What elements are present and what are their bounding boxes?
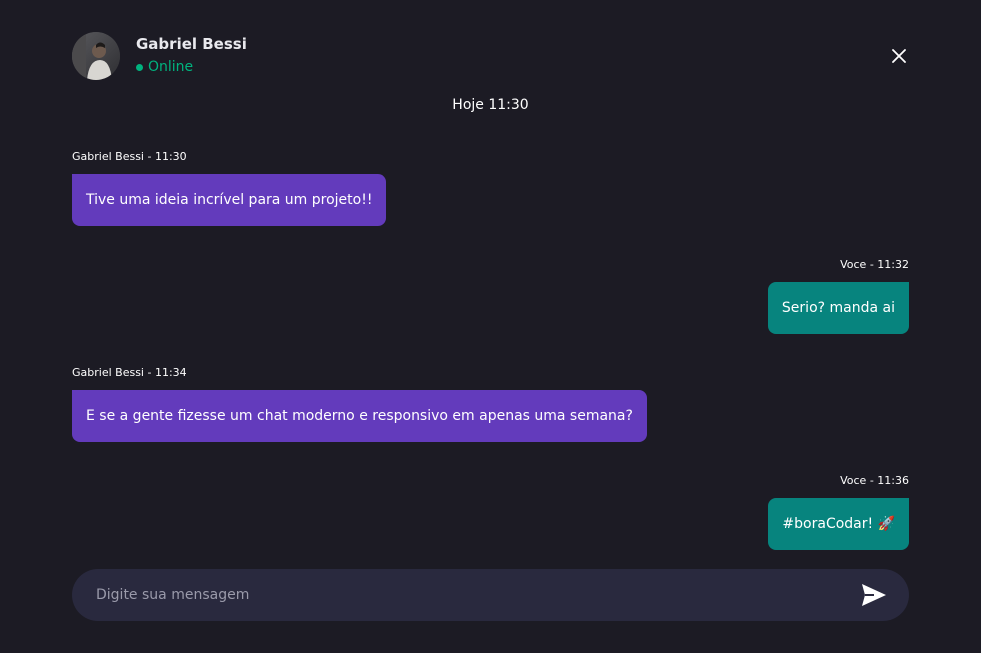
- chat-window: Gabriel Bessi Online Hoje 11:30 Gabriel …: [0, 0, 981, 653]
- status-indicator: Online: [136, 59, 193, 75]
- message-meta: Voce - 11:32: [840, 258, 909, 271]
- status-dot-icon: [136, 63, 143, 71]
- message-meta: Gabriel Bessi - 11:30: [72, 150, 187, 163]
- close-icon: [892, 49, 906, 63]
- send-button[interactable]: [861, 583, 887, 607]
- date-separator: Hoje 11:30: [452, 97, 529, 113]
- message-input[interactable]: [96, 569, 836, 621]
- message-composer: [72, 569, 909, 621]
- message-meta: Gabriel Bessi - 11:34: [72, 366, 187, 379]
- close-button[interactable]: [889, 46, 909, 66]
- message-meta: Voce - 11:36: [840, 474, 909, 487]
- message-bubble-incoming: E se a gente fizesse um chat moderno e r…: [72, 390, 647, 442]
- avatar[interactable]: [72, 32, 120, 80]
- message-bubble-outgoing: Serio? manda ai: [767, 282, 909, 334]
- status-text: Online: [148, 59, 194, 75]
- message-bubble-outgoing: #boraCodar! 🚀: [768, 498, 909, 550]
- user-avatar-icon: [72, 32, 120, 80]
- contact-name: Gabriel Bessi: [136, 35, 247, 53]
- message-bubble-incoming: Tive uma ideia incrível para um projeto!…: [72, 174, 387, 226]
- chat-header: Gabriel Bessi Online: [72, 32, 909, 80]
- send-icon: [862, 584, 886, 606]
